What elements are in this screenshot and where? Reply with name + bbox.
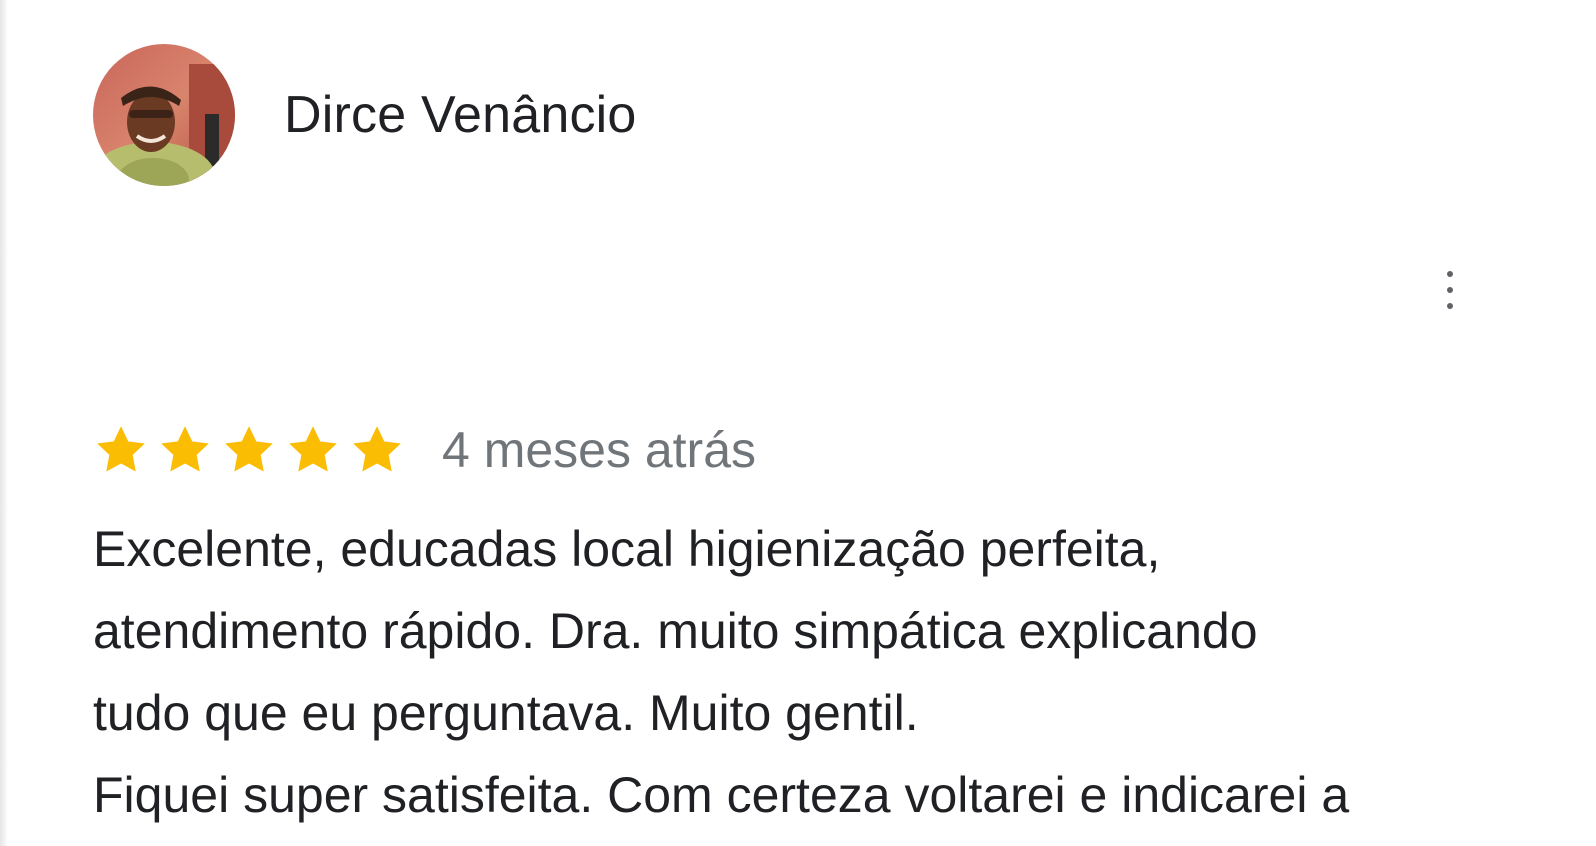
star-rating bbox=[92, 422, 406, 478]
star-icon bbox=[97, 426, 145, 472]
star-icon bbox=[225, 426, 273, 472]
vertical-dots-icon bbox=[1447, 271, 1453, 277]
star-icon bbox=[353, 426, 401, 472]
vertical-dots-icon bbox=[1447, 303, 1453, 309]
more-options-button[interactable] bbox=[1428, 258, 1472, 322]
review-card: Dirce Venâncio 4 meses atrás Excelente, … bbox=[0, 0, 1596, 846]
star-icon bbox=[161, 426, 209, 472]
review-text: Excelente, educadas local higienização p… bbox=[93, 521, 1350, 823]
reviewer-name[interactable]: Dirce Venâncio bbox=[284, 84, 637, 146]
vertical-dots-icon bbox=[1447, 287, 1453, 293]
card-left-edge bbox=[0, 0, 8, 846]
star-icon bbox=[289, 426, 337, 472]
review-date: 4 meses atrás bbox=[442, 422, 757, 478]
rating-row: 4 meses atrás bbox=[92, 418, 756, 482]
avatar-photo bbox=[93, 44, 235, 186]
reviewer-avatar[interactable] bbox=[93, 44, 235, 186]
